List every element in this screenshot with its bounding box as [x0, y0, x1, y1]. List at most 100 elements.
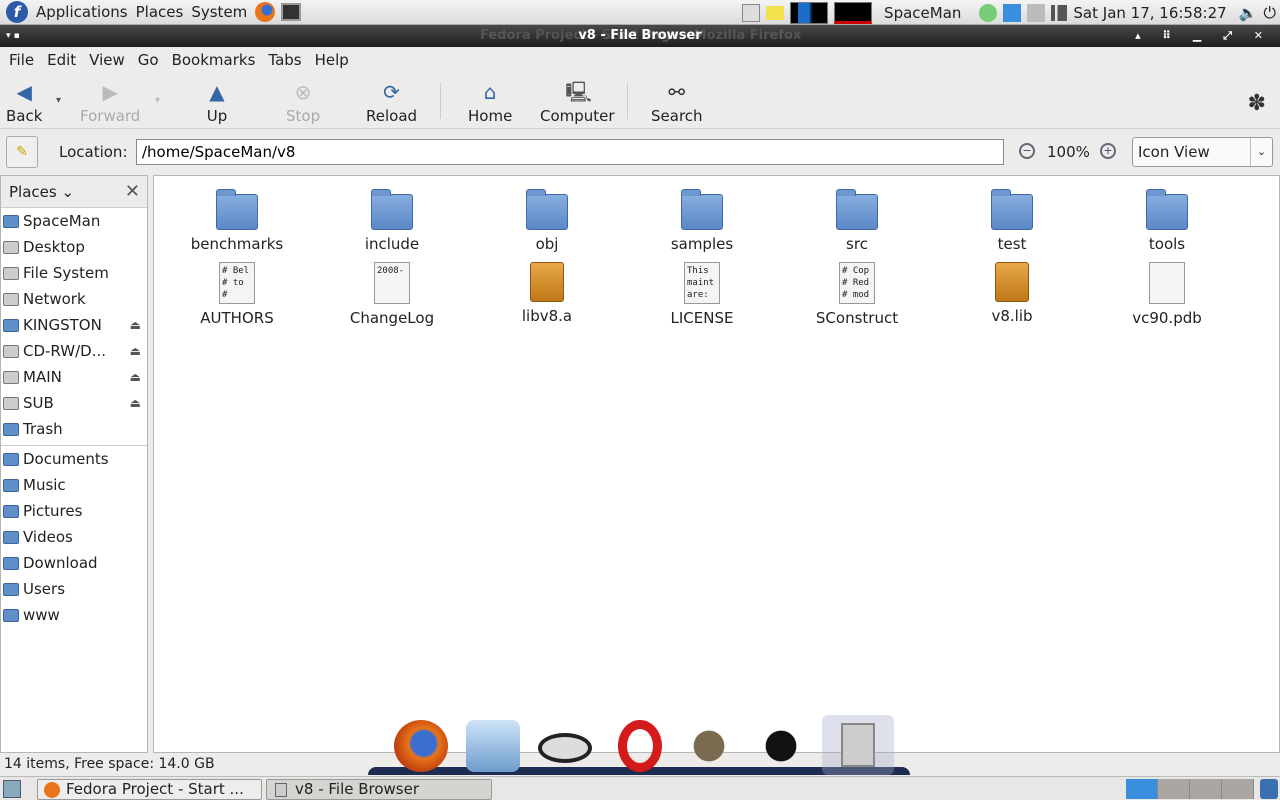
workspace-2[interactable] — [1158, 779, 1190, 799]
forward-history-dropdown[interactable]: ▾ — [155, 95, 160, 106]
menu-tabs[interactable]: Tabs — [268, 51, 301, 69]
sidebar-bookmark[interactable]: Users — [3, 577, 147, 601]
file-item[interactable]: obj — [477, 188, 617, 253]
close-sidebar-icon[interactable]: ✕ — [125, 181, 140, 202]
sidebar-bookmark[interactable]: www — [3, 603, 147, 627]
home-button[interactable]: ⌂ Home — [468, 81, 512, 125]
volume-icon[interactable]: 🔈 — [1239, 4, 1258, 22]
goggles-dock-icon[interactable] — [538, 733, 592, 763]
sidebar-item[interactable]: Network — [3, 287, 147, 311]
file-item[interactable]: v8.lib — [942, 262, 1082, 325]
inkscape-dock-icon[interactable] — [754, 720, 808, 772]
file-item[interactable]: vc90.pdb — [1097, 262, 1237, 327]
menu-view[interactable]: View — [89, 51, 125, 69]
workspace-3[interactable] — [1190, 779, 1222, 799]
sidebar-item[interactable]: Trash — [3, 417, 147, 441]
back-button[interactable]: ◀ Back — [6, 81, 42, 125]
sidebar-bookmark[interactable]: Download — [3, 551, 147, 575]
computer-button[interactable]: 🖳 Computer — [540, 81, 615, 125]
memory-monitor[interactable] — [834, 1, 873, 24]
sidebar-bookmark[interactable]: Videos — [3, 525, 147, 549]
workspace-1[interactable] — [1126, 779, 1158, 799]
file-item[interactable]: samples — [632, 188, 772, 253]
file-item[interactable]: # Bel # to # AUTHORS — [167, 262, 307, 327]
stop-button[interactable]: ⊗ Stop — [286, 81, 320, 125]
sidebar-item[interactable]: File System — [3, 261, 147, 285]
cursor-applet-icon[interactable] — [1003, 3, 1022, 22]
sidebar-item-label: Users — [23, 580, 66, 598]
opera-dock-icon[interactable] — [618, 720, 662, 772]
sidebar-bookmark[interactable]: Music — [3, 473, 147, 497]
file-item[interactable]: benchmarks — [167, 188, 307, 253]
gimp-dock-icon[interactable] — [682, 720, 736, 772]
file-cabinet-dock-icon[interactable] — [822, 715, 894, 775]
up-button[interactable]: ▲ Up — [205, 81, 229, 125]
sidebar-item[interactable]: CD-RW/D... ⏏ — [3, 339, 147, 363]
places-menu[interactable]: Places — [136, 3, 184, 21]
file-icon-view[interactable]: benchmarks include obj samples src test tools #… — [153, 175, 1280, 753]
file-item[interactable]: include — [322, 188, 462, 253]
network-status-icon[interactable] — [1027, 3, 1046, 22]
sidebar-bookmark[interactable]: Documents — [3, 447, 147, 471]
show-desktop-icon[interactable] — [3, 780, 21, 798]
file-item[interactable]: libv8.a — [477, 262, 617, 325]
zoom-out-icon[interactable]: − — [1019, 143, 1035, 159]
file-item[interactable]: test — [942, 188, 1082, 253]
search-button[interactable]: ⚯ Search — [651, 81, 703, 125]
forward-button[interactable]: ▶ Forward — [80, 81, 140, 125]
file-item[interactable]: 2008- ChangeLog — [322, 262, 462, 327]
sidebar-item[interactable]: SpaceMan — [3, 209, 147, 233]
file-name: LICENSE — [670, 309, 734, 327]
menu-file[interactable]: File — [9, 51, 34, 69]
firefox-dock-icon[interactable] — [394, 720, 448, 772]
eject-icon[interactable]: ⏏ — [130, 344, 141, 358]
file-name: samples — [670, 235, 734, 253]
system-menu[interactable]: System — [191, 3, 247, 21]
eject-icon[interactable]: ⏏ — [130, 370, 141, 384]
zoom-level[interactable]: 100% — [1047, 143, 1090, 161]
reload-button[interactable]: ⟳ Reload — [366, 81, 417, 125]
applications-menu[interactable]: Applications — [36, 3, 128, 21]
window-titlebar[interactable]: Fedora Project - Start Page - Mozilla Fi… — [0, 25, 1280, 47]
toggle-location-edit-button[interactable]: ✎ — [6, 136, 38, 168]
file-item[interactable]: # Cop # Red # mod SConstruct — [787, 262, 927, 327]
file-item[interactable]: src — [787, 188, 927, 253]
chevron-down-icon: ⌄ — [1250, 138, 1272, 166]
back-history-dropdown[interactable]: ▾ — [56, 95, 61, 106]
firefox-launcher-icon[interactable] — [255, 2, 276, 22]
sidebar-item[interactable]: Desktop — [3, 235, 147, 259]
workspace-4[interactable] — [1222, 779, 1254, 799]
sidebar-bookmark[interactable]: Pictures — [3, 499, 147, 523]
eject-icon[interactable]: ⏏ — [130, 318, 141, 332]
power-icon[interactable]: ⏻ — [1263, 3, 1276, 23]
eject-icon[interactable]: ⏏ — [130, 396, 141, 410]
window-menu-icon[interactable]: ▾ ▪ — [6, 25, 20, 47]
menu-edit[interactable]: Edit — [47, 51, 76, 69]
sidebar-item[interactable]: SUB ⏏ — [3, 391, 147, 415]
virtualbox-dock-icon[interactable] — [466, 720, 520, 772]
zoom-in-icon[interactable]: + — [1100, 143, 1116, 159]
terminal-launcher-icon[interactable] — [281, 3, 302, 21]
file-item[interactable]: tools — [1097, 188, 1237, 253]
fedora-logo-icon[interactable]: f — [6, 1, 28, 23]
taskbar-task-file-browser[interactable]: v8 - File Browser — [266, 779, 492, 800]
applet-icon[interactable] — [742, 3, 761, 22]
window-controls[interactable]: ▴ ⠿ ▁ ⤢ ✕ — [1135, 25, 1272, 47]
signal-icon[interactable] — [1051, 4, 1068, 21]
location-input[interactable] — [136, 139, 1004, 165]
menu-help[interactable]: Help — [315, 51, 349, 69]
sidebar-item[interactable]: KINGSTON ⏏ — [3, 313, 147, 337]
trash-applet-icon[interactable] — [1260, 779, 1278, 799]
cpu-monitor[interactable] — [790, 1, 829, 24]
menu-go[interactable]: Go — [138, 51, 159, 69]
taskbar-task-firefox[interactable]: Fedora Project - Start ... — [37, 779, 262, 800]
update-icon[interactable] — [979, 3, 998, 22]
sidebar-item[interactable]: MAIN ⏏ — [3, 365, 147, 389]
menu-bookmarks[interactable]: Bookmarks — [172, 51, 256, 69]
notes-icon[interactable] — [766, 5, 785, 20]
sidebar-type-select[interactable]: Places ⌄ — [9, 183, 74, 201]
file-item[interactable]: This maint are: LICENSE — [632, 262, 772, 327]
user-name[interactable]: SpaceMan — [884, 4, 961, 22]
clock[interactable]: Sat Jan 17, 16:58:27 — [1073, 4, 1226, 22]
view-mode-select[interactable]: Icon View ⌄ — [1132, 137, 1273, 167]
